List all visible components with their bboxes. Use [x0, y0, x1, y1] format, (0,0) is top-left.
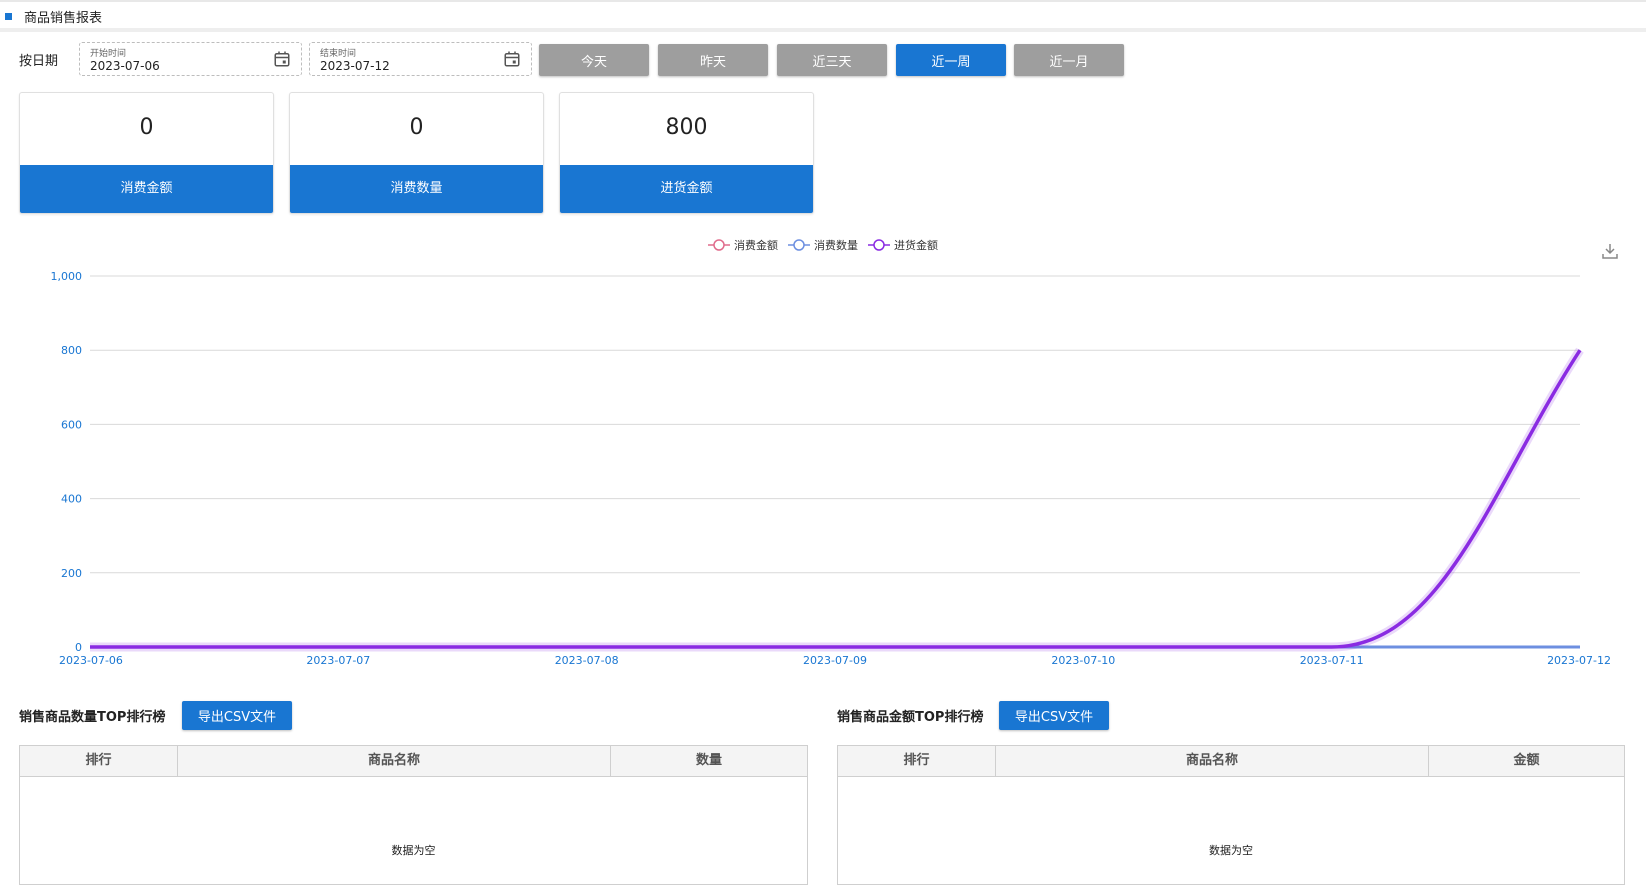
column-header-rank[interactable]: 排行 — [20, 746, 178, 776]
card-value: 0 — [139, 115, 154, 140]
range-yesterday-button[interactable]: 昨天 — [658, 44, 768, 76]
date-filter-label: 按日期 — [19, 54, 59, 69]
card-value: 800 — [665, 115, 708, 140]
column-header-product-name[interactable]: 商品名称 — [996, 746, 1429, 776]
quantity-ranking-title: 销售商品数量TOP排行榜 — [19, 710, 166, 725]
legend-label: 消费数量 — [814, 238, 858, 252]
summary-card-purchase-amount: 800 进货金额 — [559, 92, 814, 214]
sales-line-chart: 消费金额 消费数量 进货金额 2023-07-06 2023-07-07 2023-07… — [51, 238, 1618, 667]
chart-x-axis: 2023-07-06 2023-07-07 2023-07-08 2023-07-09… — [59, 654, 1611, 667]
calendar-icon[interactable] — [273, 50, 291, 68]
chart-legend[interactable]: 消费金额 消费数量 进货金额 — [708, 238, 938, 252]
card-label: 消费金额 — [20, 165, 273, 213]
start-date-field[interactable]: 开始时间 2023-07-06 — [79, 42, 302, 76]
y-tick-label: 400 — [61, 493, 82, 506]
range-3days-button[interactable]: 近三天 — [777, 44, 887, 76]
range-month-button[interactable]: 近一月 — [1014, 44, 1124, 76]
end-date-label: 结束时间 — [320, 49, 357, 59]
x-tick-label: 2023-07-08 — [555, 654, 619, 667]
title-marker-icon — [5, 13, 12, 20]
x-tick-label: 2023-07-06 — [59, 654, 123, 667]
amount-ranking-title: 销售商品金额TOP排行榜 — [837, 710, 984, 725]
download-icon[interactable] — [1602, 244, 1618, 259]
column-header-quantity[interactable]: 数量 — [611, 746, 807, 776]
card-value: 0 — [409, 115, 424, 140]
export-csv-amount-button[interactable]: 导出CSV文件 — [999, 701, 1109, 730]
x-tick-label: 2023-07-09 — [803, 654, 867, 667]
y-tick-label: 0 — [75, 641, 82, 654]
legend-marker — [873, 239, 885, 251]
legend-item-2[interactable]: 消费数量 — [788, 238, 858, 252]
start-date-value[interactable]: 2023-07-06 — [90, 59, 160, 73]
quantity-ranking-table: 排行 商品名称 数量 数据为空 — [19, 745, 808, 885]
column-header-rank[interactable]: 排行 — [838, 746, 996, 776]
chart-grid — [90, 275, 1580, 648]
amount-ranking-table: 排行 商品名称 金额 数据为空 — [837, 745, 1625, 885]
page-header: 商品销售报表 — [0, 0, 1646, 32]
y-tick-label: 800 — [61, 344, 82, 357]
start-date-label: 开始时间 — [90, 49, 127, 59]
table-header: 排行 商品名称 数量 — [20, 746, 807, 777]
legend-label: 进货金额 — [894, 238, 938, 252]
empty-state-text: 数据为空 — [1209, 844, 1253, 857]
legend-marker — [713, 239, 725, 251]
summary-card-spend-quantity: 0 消费数量 — [289, 92, 544, 214]
end-date-value[interactable]: 2023-07-12 — [320, 59, 390, 73]
legend-item-3[interactable]: 进货金额 — [868, 238, 938, 252]
range-week-button[interactable]: 近一周 — [896, 44, 1006, 76]
empty-state-text: 数据为空 — [391, 844, 436, 857]
table-header: 排行 商品名称 金额 — [838, 746, 1624, 777]
x-tick-label: 2023-07-10 — [1051, 654, 1115, 667]
export-csv-quantity-button[interactable]: 导出CSV文件 — [182, 701, 292, 730]
legend-label: 消费金额 — [734, 238, 778, 252]
y-tick-label: 600 — [61, 418, 82, 431]
column-header-product-name[interactable]: 商品名称 — [178, 746, 611, 776]
legend-item-1[interactable]: 消费金额 — [708, 238, 778, 252]
card-label: 进货金额 — [560, 165, 813, 213]
x-tick-label: 2023-07-12 — [1547, 654, 1611, 667]
x-tick-label: 2023-07-11 — [1300, 654, 1364, 667]
range-today-button[interactable]: 今天 — [539, 44, 649, 76]
chart-y-axis: 0 200 400 600 800 1,000 — [51, 270, 83, 654]
column-header-amount[interactable]: 金额 — [1429, 746, 1624, 776]
page-title: 商品销售报表 — [24, 11, 103, 26]
calendar-icon[interactable] — [503, 50, 521, 68]
summary-card-spend-amount: 0 消费金额 — [19, 92, 274, 214]
legend-marker — [793, 239, 805, 251]
card-label: 消费数量 — [290, 165, 543, 213]
y-tick-label: 1,000 — [51, 270, 83, 283]
x-tick-label: 2023-07-07 — [306, 654, 370, 667]
y-tick-label: 200 — [61, 567, 82, 580]
end-date-field[interactable]: 结束时间 2023-07-12 — [309, 42, 532, 76]
